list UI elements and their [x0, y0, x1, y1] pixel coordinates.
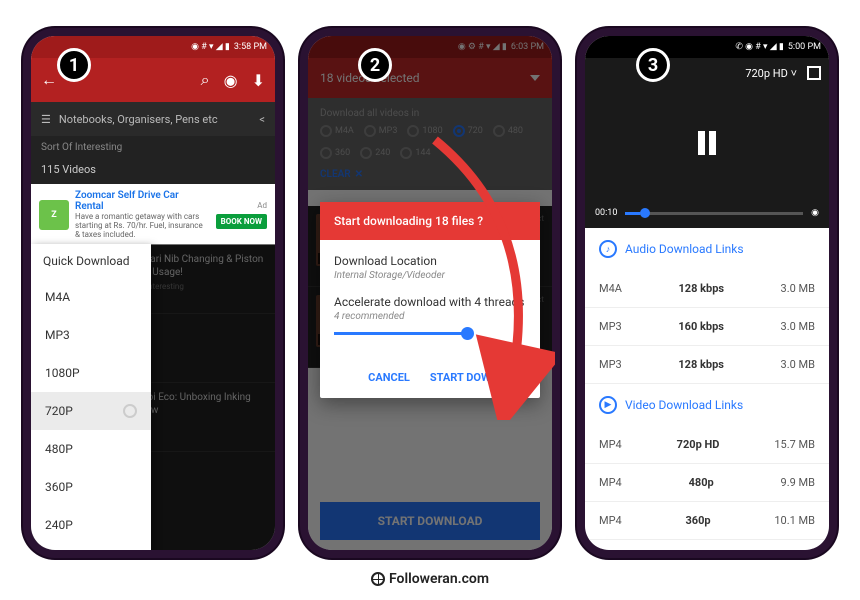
ad-tag: Ad — [257, 201, 267, 210]
video-player[interactable]: 720p HD ˅ 00:10 ◉ — [585, 58, 829, 228]
back-icon[interactable]: ← — [41, 70, 57, 90]
cast-icon[interactable]: ◉ — [811, 208, 819, 218]
audio-section-header: ♪ Audio Download Links — [585, 228, 829, 270]
step-badge-3: 3 — [636, 48, 670, 82]
phone-2: ◉ ⚙ # ▾ ◢ ▮6:03 PM 18 videos selected Do… — [300, 28, 560, 558]
video-download-item[interactable]: MP4360p10.1 MB — [585, 502, 829, 540]
dialog-title: Start downloading 18 files ? — [320, 202, 540, 240]
step-badge-2: 2 — [358, 48, 392, 82]
quality-option[interactable]: 240P — [31, 506, 151, 544]
ad-cta-button[interactable]: BOOK NOW — [216, 214, 267, 229]
phone-1: ◉ # ▾ ◢ ▮3:58 PM ← ⌕ ◉ ⬇ ☰ Notebooks, Or… — [23, 28, 283, 558]
breadcrumb-bar: ☰ Notebooks, Organisers, Pens etc < — [31, 102, 275, 136]
backdrop-dim — [151, 244, 275, 550]
browser-icon[interactable]: ◉ — [224, 71, 238, 90]
quality-option[interactable]: 360P — [31, 468, 151, 506]
location-value: Internal Storage/Videoder — [334, 270, 526, 281]
ad-logo: Z — [39, 200, 69, 230]
quality-selector[interactable]: 720p HD ˅ — [745, 67, 797, 80]
video-download-item[interactable]: MP4480p9.9 MB — [585, 464, 829, 502]
video-icon: ▶ — [599, 396, 617, 414]
menu-icon[interactable]: ☰ — [41, 113, 51, 126]
phone-3: ✆ ◉ # ▾ ◢ ▮5:00 PM 720p HD ˅ 00:10 ◉ ♪ A… — [577, 28, 837, 558]
audio-download-item[interactable]: MP3160 kbps3.0 MB — [585, 308, 829, 346]
search-icon[interactable]: ⌕ — [201, 70, 210, 90]
video-count: 115 Videos — [31, 159, 275, 184]
fullscreen-icon[interactable] — [807, 66, 821, 80]
share-icon[interactable]: < — [259, 113, 265, 126]
ad-title: Zoomcar Self Drive Car Rental — [75, 190, 210, 212]
radio-icon — [123, 404, 137, 418]
quick-download-sheet: Quick Download M4AMP31080P720P480P360P24… — [31, 244, 151, 550]
quality-option[interactable]: 720P — [31, 392, 151, 430]
cancel-button[interactable]: CANCEL — [368, 371, 410, 384]
threads-label: Accelerate download with 4 threads — [334, 295, 526, 309]
location-label: Download Location — [334, 254, 526, 268]
pause-button[interactable] — [698, 131, 716, 155]
confirm-dialog: Start downloading 18 files ? Download Lo… — [320, 202, 540, 398]
audio-download-item[interactable]: M4A128 kbps3.0 MB — [585, 270, 829, 308]
channel-name: Sort Of Interesting — [31, 136, 275, 159]
sheet-title: Quick Download — [31, 244, 151, 278]
audio-icon: ♪ — [599, 240, 617, 258]
seek-bar[interactable] — [625, 212, 803, 215]
breadcrumb-text: Notebooks, Organisers, Pens etc — [59, 113, 218, 126]
download-icon[interactable]: ⬇ — [252, 71, 265, 90]
threads-rec: 4 recommended — [334, 311, 526, 322]
quality-option[interactable]: 480P — [31, 430, 151, 468]
ad-desc: Have a romantic getaway with cars starti… — [75, 212, 210, 239]
current-time: 00:10 — [595, 208, 617, 218]
step-badge-1: 1 — [57, 48, 91, 82]
start-download-button[interactable]: START DOWNLOAD — [430, 371, 526, 384]
audio-download-item[interactable]: MP3128 kbps3.0 MB — [585, 346, 829, 384]
quality-option[interactable]: MP3 — [31, 316, 151, 354]
watermark: Followeran.com — [0, 571, 860, 587]
video-section-header: ▶ Video Download Links — [585, 384, 829, 426]
status-bar: ✆ ◉ # ▾ ◢ ▮5:00 PM — [585, 36, 829, 58]
quality-option[interactable]: 1080P — [31, 354, 151, 392]
ad-banner[interactable]: Z Zoomcar Self Drive Car Rental Have a r… — [31, 184, 275, 245]
quality-option[interactable]: 144P — [31, 544, 151, 550]
threads-slider[interactable] — [334, 332, 468, 335]
globe-icon — [371, 572, 385, 586]
video-download-item[interactable]: MP4720p HD15.7 MB — [585, 426, 829, 464]
quality-option[interactable]: M4A — [31, 278, 151, 316]
video-download-item[interactable]: MP4240p5.7 MB — [585, 540, 829, 550]
